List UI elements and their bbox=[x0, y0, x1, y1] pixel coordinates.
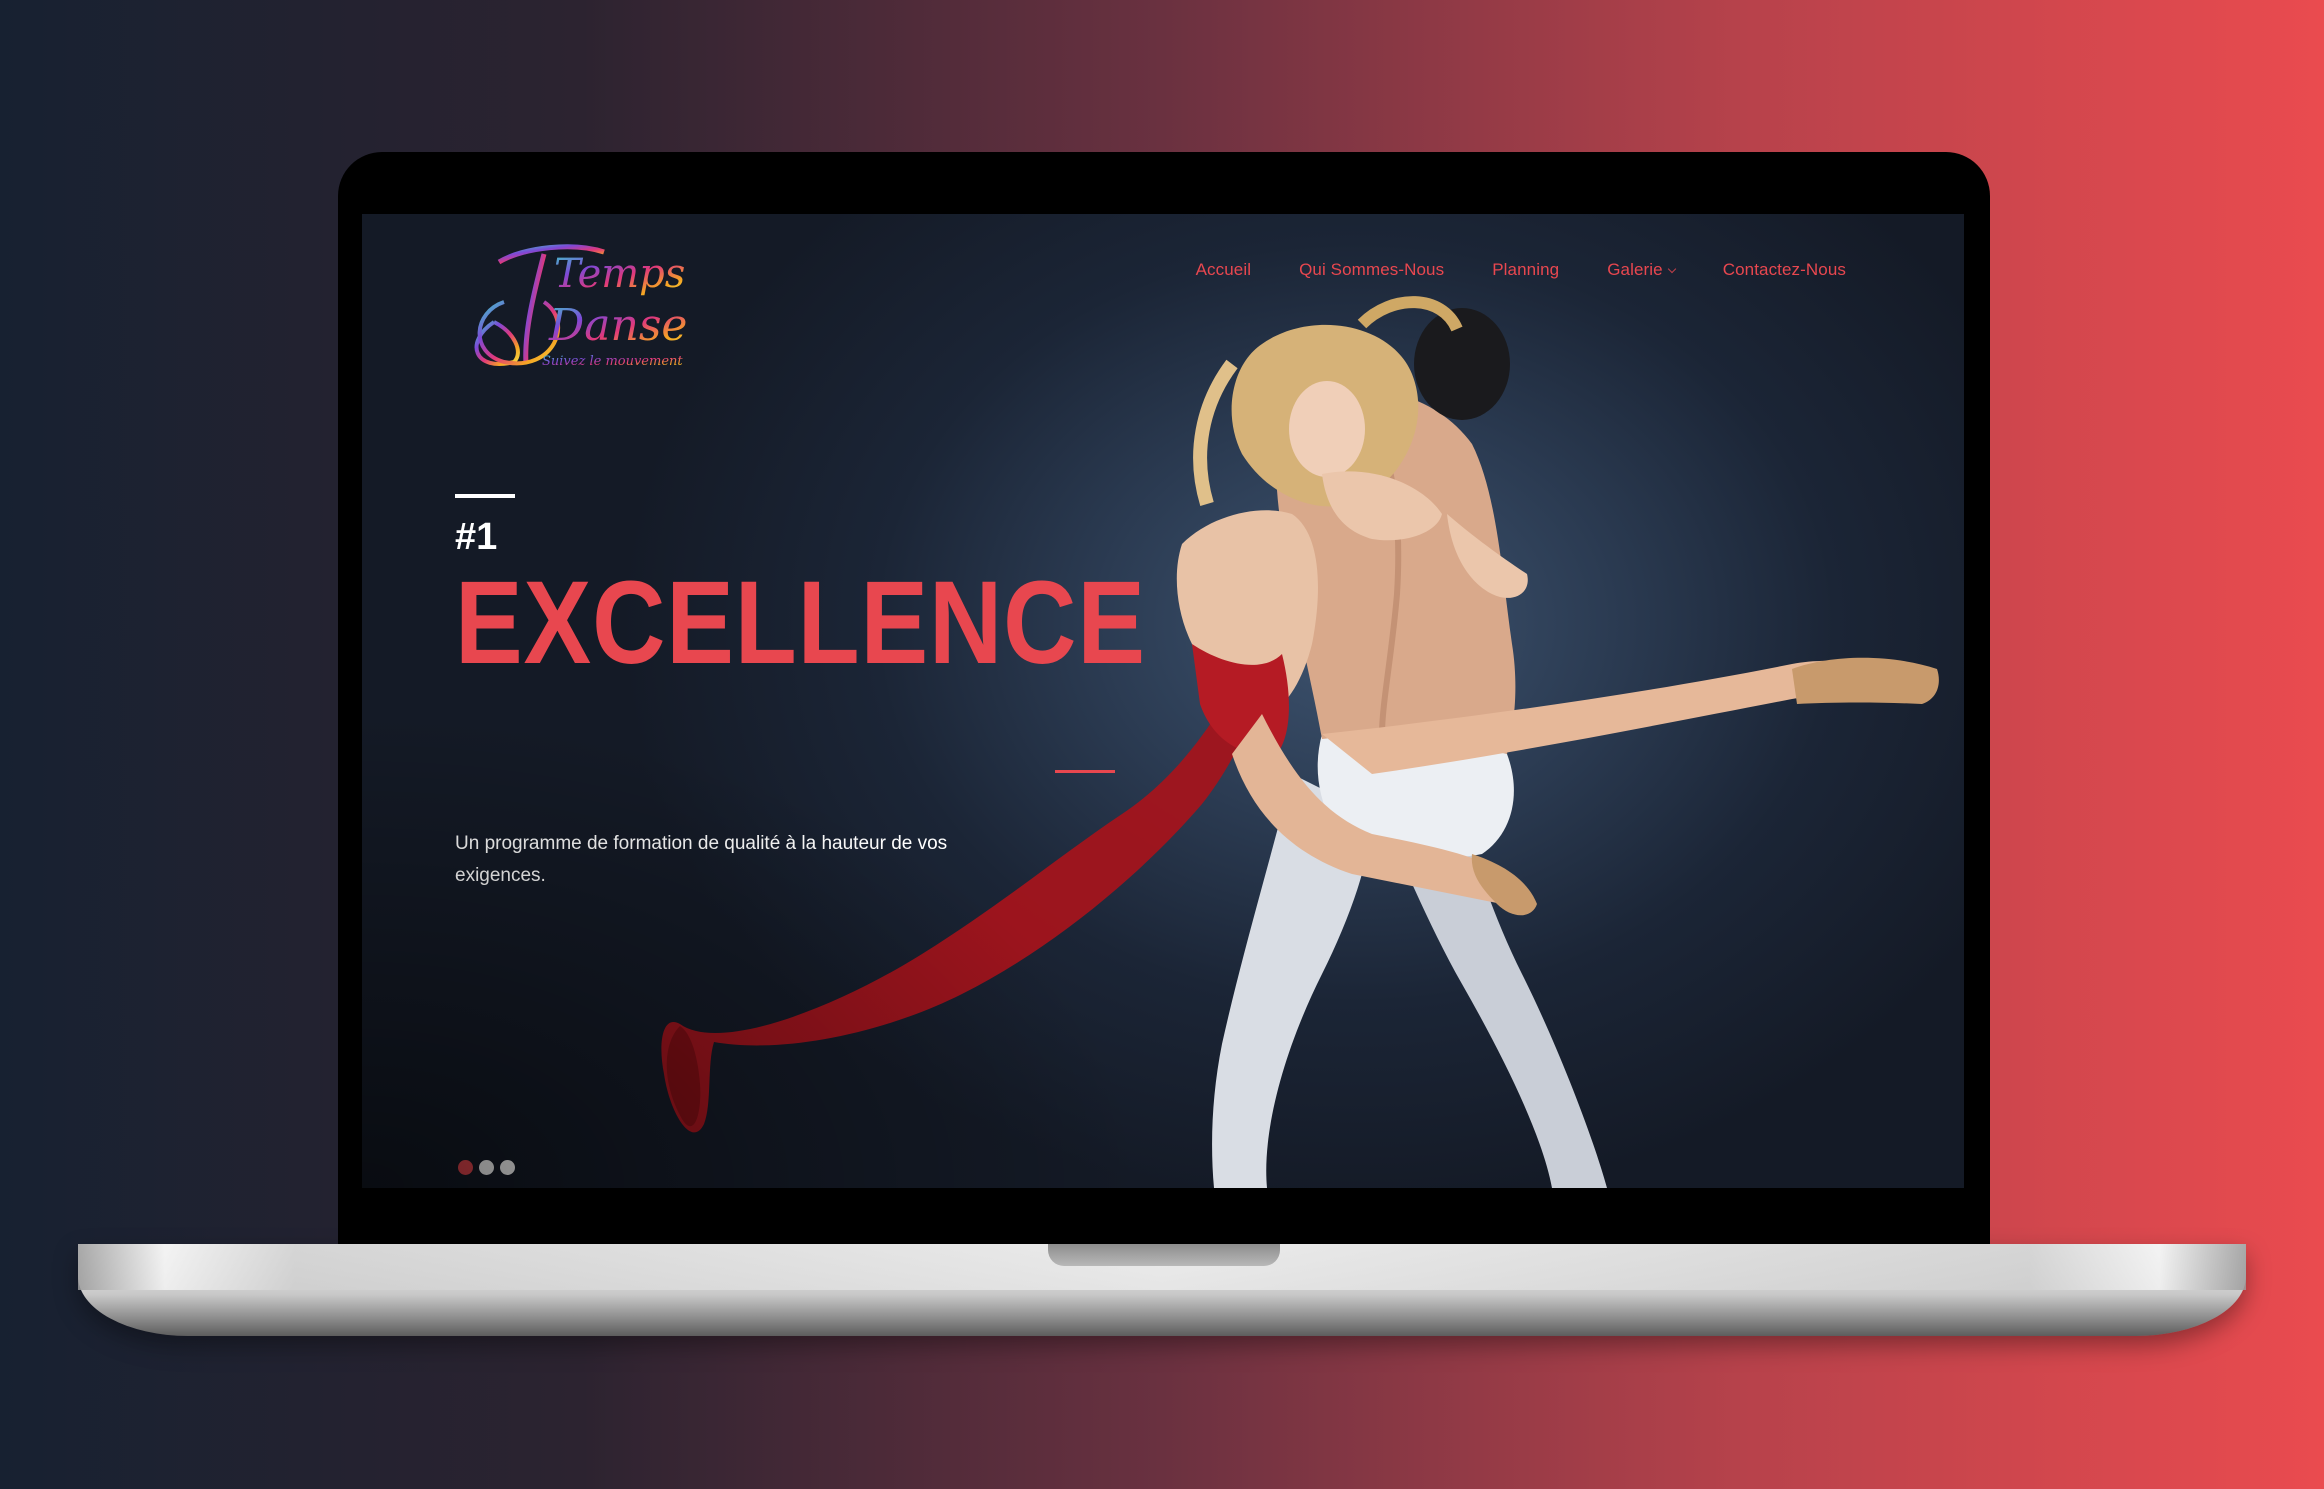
nav-link-planning[interactable]: Planning bbox=[1492, 260, 1559, 280]
logo-word-temps: Temps bbox=[554, 251, 685, 297]
logo-tagline: Suivez le mouvement bbox=[542, 354, 683, 369]
main-navigation: Accueil Qui Sommes-Nous Planning Galerie… bbox=[1196, 260, 1846, 280]
nav-link-contactez-nous[interactable]: Contactez-Nous bbox=[1723, 260, 1846, 280]
hero-section: #1 EXCELLENCE Un programme de formation … bbox=[455, 494, 1258, 886]
nav-link-galerie[interactable]: Galerie bbox=[1607, 260, 1676, 280]
chevron-down-icon bbox=[1667, 264, 1676, 273]
website-screen: Temps Danse Suivez le mouvement Accueil … bbox=[362, 214, 1964, 1188]
nav-link-accueil[interactable]: Accueil bbox=[1196, 260, 1252, 280]
hero-top-divider bbox=[455, 494, 515, 498]
temps-danse-logo[interactable]: Temps Danse Suivez le mouvement bbox=[454, 232, 694, 382]
hero-description: Un programme de formation de qualité à l… bbox=[455, 833, 948, 886]
nav-link-label: Qui Sommes-Nous bbox=[1299, 260, 1445, 279]
laptop-notch bbox=[1048, 1244, 1280, 1266]
hero-kicker: #1 bbox=[455, 516, 498, 558]
slider-dot-2[interactable] bbox=[479, 1160, 494, 1175]
hero-title-underline bbox=[1055, 770, 1115, 773]
nav-link-qui-sommes-nous[interactable]: Qui Sommes-Nous bbox=[1299, 260, 1444, 280]
laptop-lid: Temps Danse Suivez le mouvement Accueil … bbox=[338, 152, 1990, 1252]
slider-dot-1[interactable] bbox=[458, 1160, 473, 1175]
slider-dots bbox=[458, 1160, 515, 1175]
nav-link-label: Accueil bbox=[1195, 260, 1252, 279]
nav-link-label: Planning bbox=[1492, 260, 1560, 279]
nav-link-label: Contactez-Nous bbox=[1722, 260, 1846, 279]
nav-link-label: Galerie bbox=[1607, 260, 1663, 279]
hero-title: EXCELLENCE bbox=[455, 557, 1146, 689]
logo-word-danse: Danse bbox=[548, 300, 687, 351]
slider-dot-3[interactable] bbox=[500, 1160, 515, 1175]
laptop-base bbox=[78, 1244, 2246, 1336]
